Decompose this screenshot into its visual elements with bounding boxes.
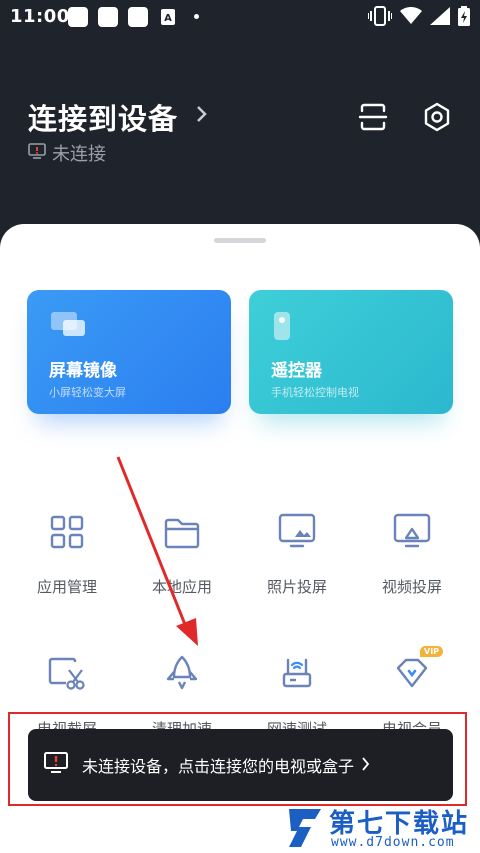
tv-alert-icon [44,752,68,778]
site-watermark: 第七下载站 www.d7down.com [285,803,475,851]
connect-device-banner[interactable]: 未连接设备，点击连接您的电视或盒子 [28,729,453,801]
banner-text: 未连接设备，点击连接您的电视或盒子 [82,757,355,776]
chevron-right-icon [362,756,370,775]
watermark-url: www.d7down.com [331,835,455,850]
watermark-logo-icon [285,805,325,853]
